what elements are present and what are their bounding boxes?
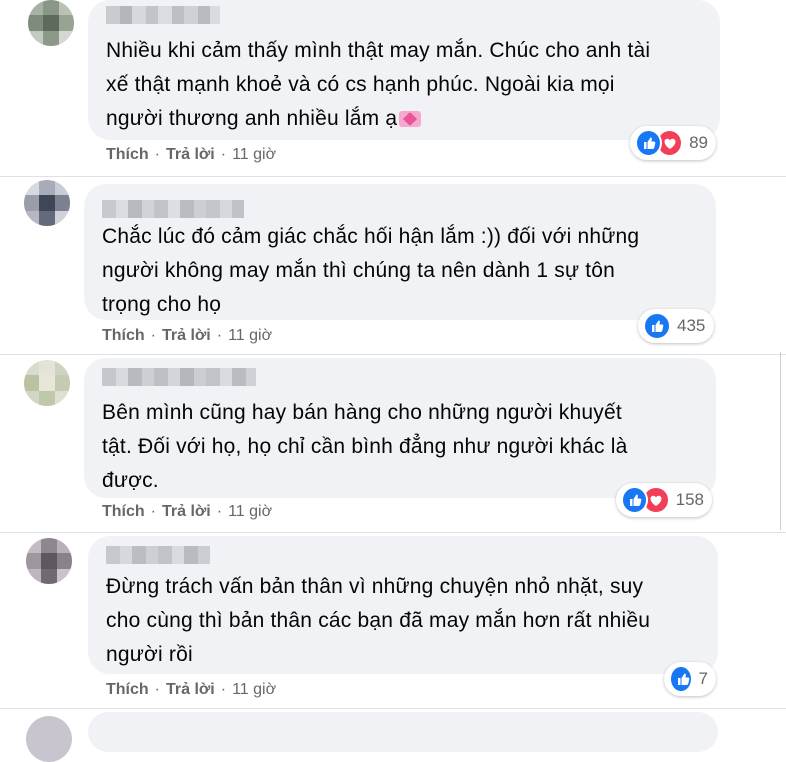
reply-button[interactable]: Trả lời	[162, 503, 211, 521]
like-button[interactable]: Thích	[102, 327, 145, 345]
comment-actions: Thích · Trả lời · 11 giờ	[106, 146, 276, 164]
comment-bubble: Nhiều khi cảm thấy mình thật may mắn. Ch…	[88, 0, 720, 140]
comment-3: Bên mình cũng hay bán hàng cho những ngư…	[0, 358, 786, 533]
reaction-summary[interactable]: 158	[616, 483, 712, 517]
comment-4: Đừng trách vấn bản thân vì những chuyện …	[0, 536, 786, 706]
like-button[interactable]: Thích	[102, 503, 145, 521]
divider	[0, 176, 786, 177]
separator-dot: ·	[154, 146, 160, 163]
comment-text: Đừng trách vấn bản thân vì những chuyện …	[106, 575, 651, 666]
divider	[0, 354, 786, 355]
comment-1: Nhiều khi cảm thấy mình thật may mắn. Ch…	[0, 0, 786, 178]
comment-bubble: Bên mình cũng hay bán hàng cho những ngư…	[84, 358, 716, 498]
timestamp[interactable]: 11 giờ	[232, 146, 276, 164]
comment-actions: Thích · Trả lời · 11 giờ	[102, 503, 272, 521]
like-button[interactable]: Thích	[106, 146, 149, 164]
reaction-summary[interactable]: 7	[664, 662, 716, 696]
like-reaction-icon	[643, 312, 671, 340]
avatar[interactable]	[26, 716, 72, 762]
timestamp[interactable]: 11 giờ	[228, 503, 272, 521]
author-name-blurred[interactable]	[106, 6, 220, 24]
avatar[interactable]	[24, 180, 70, 226]
divider	[0, 708, 786, 709]
author-name-blurred[interactable]	[102, 368, 256, 386]
separator-dot: ·	[150, 327, 156, 344]
comment-5-partial	[0, 712, 786, 762]
comment-actions: Thích · Trả lời · 11 giờ	[106, 681, 276, 699]
reply-button[interactable]: Trả lời	[162, 327, 211, 345]
comment-actions: Thích · Trả lời · 11 giờ	[102, 327, 272, 345]
comment-2: Chắc lúc đó cảm giác chắc hối hận lắm :)…	[0, 180, 786, 355]
separator-dot: ·	[216, 327, 223, 344]
avatar[interactable]	[24, 360, 70, 406]
comment-bubble: Đừng trách vấn bản thân vì những chuyện …	[88, 536, 718, 674]
separator-dot: ·	[220, 146, 227, 163]
reaction-count: 7	[698, 669, 708, 688]
timestamp[interactable]: 11 giờ	[232, 681, 276, 699]
avatar[interactable]	[28, 0, 74, 46]
avatar[interactable]	[26, 538, 72, 584]
reply-button[interactable]: Trả lời	[166, 146, 215, 164]
reaction-count: 158	[675, 490, 704, 509]
reaction-count: 435	[677, 316, 706, 335]
like-reaction-icon	[669, 665, 693, 693]
comment-bubble: Chắc lúc đó cảm giác chắc hối hận lắm :)…	[84, 184, 716, 320]
author-name-blurred[interactable]	[106, 546, 210, 564]
separator-dot: ·	[220, 681, 227, 698]
comment-text: Chắc lúc đó cảm giác chắc hối hận lắm :)…	[102, 225, 640, 316]
reaction-summary[interactable]: 89	[630, 126, 716, 160]
like-button[interactable]: Thích	[106, 681, 149, 699]
comment-bubble	[88, 712, 718, 752]
reaction-summary[interactable]: 435	[638, 309, 714, 343]
separator-dot: ·	[216, 503, 223, 520]
separator-dot: ·	[154, 681, 160, 698]
scroll-edge	[780, 352, 781, 530]
comment-text: Nhiều khi cảm thấy mình thật may mắn. Ch…	[106, 39, 651, 130]
comment-text: Bên mình cũng hay bán hàng cho những ngư…	[102, 401, 628, 492]
divider	[0, 532, 786, 533]
reply-button[interactable]: Trả lời	[166, 681, 215, 699]
heart-emoji-icon	[399, 111, 422, 127]
like-reaction-icon	[621, 486, 649, 514]
separator-dot: ·	[150, 503, 156, 520]
like-reaction-icon	[635, 129, 663, 157]
author-name-blurred[interactable]	[102, 200, 244, 218]
timestamp[interactable]: 11 giờ	[228, 327, 272, 345]
reaction-count: 89	[689, 133, 708, 152]
